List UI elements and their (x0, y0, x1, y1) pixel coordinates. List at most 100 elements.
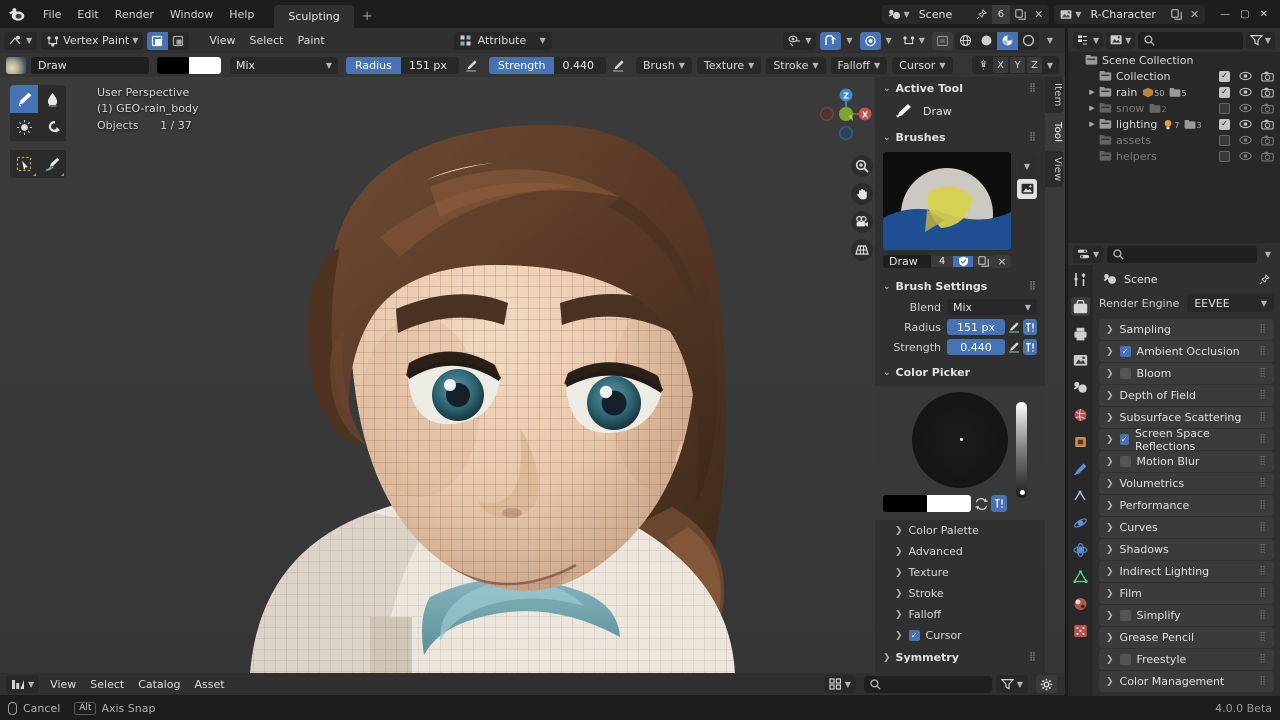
subpanel-color-palette[interactable]: ❯ Color Palette (875, 520, 1045, 541)
grip-icon[interactable]: ⣿ (1259, 635, 1267, 640)
color-swatches[interactable] (157, 57, 221, 74)
property-panel-header[interactable]: ❯Ambient Occlusion⣿ (1099, 341, 1274, 362)
grip-icon[interactable]: ⣿ (1259, 547, 1267, 552)
properties-search-input[interactable] (1107, 246, 1257, 263)
3d-viewport[interactable]: User Perspective (1) GEO-rain_body Objec… (0, 77, 1065, 673)
properties-tab-particles[interactable] (1071, 486, 1090, 505)
tab-item[interactable]: Item (1045, 77, 1063, 113)
proportional-caret-icon[interactable]: ▼ (883, 32, 895, 50)
disable-render-camera-icon[interactable] (1261, 119, 1274, 130)
minimize-icon[interactable]: — (1220, 9, 1230, 20)
outliner-filter-button[interactable]: ▼ (1246, 32, 1275, 49)
viewport-menu-view[interactable]: View (202, 32, 242, 49)
cursor-popover[interactable]: Cursor▼ (892, 57, 952, 74)
paint-mask-toggles[interactable] (147, 32, 189, 50)
secondary-color-swatch[interactable] (189, 57, 221, 74)
radius-pressure-icon[interactable] (1007, 319, 1021, 335)
swap-colors-icon[interactable] (971, 498, 991, 510)
exclude-checkbox[interactable] (1219, 135, 1230, 146)
exclude-checkbox[interactable] (1219, 103, 1230, 114)
menu-render[interactable]: Render (107, 5, 162, 24)
scene-selector[interactable]: ▼ Scene 6 ✕ (882, 5, 1050, 24)
tab-tool[interactable]: Tool (1045, 116, 1063, 148)
grip-icon[interactable]: ⣿ (1259, 481, 1267, 486)
symmetry-z-button[interactable]: Z (1027, 57, 1042, 73)
hide-eye-icon[interactable] (1239, 103, 1252, 113)
brush-preview-thumbnail[interactable] (883, 152, 1011, 250)
solid-shading-icon[interactable] (976, 32, 997, 50)
transform-orientation-button[interactable]: ▼ (899, 32, 928, 50)
snap-caret-icon[interactable]: ▼ (843, 32, 855, 50)
primary-color-swatch[interactable] (157, 57, 189, 74)
asset-menu-catalog[interactable]: Catalog (131, 676, 187, 693)
grip-icon[interactable]: ⣿ (1259, 613, 1267, 618)
visibility-button[interactable]: ▼ (783, 32, 816, 50)
view-layer-name[interactable]: R-Character (1086, 8, 1165, 21)
grip-icon[interactable]: ⣿ (1259, 349, 1267, 354)
hide-eye-icon[interactable] (1239, 151, 1252, 161)
symmetry-x-button[interactable]: X (993, 57, 1008, 73)
attribute-selector[interactable]: Attribute ▼ (454, 32, 552, 50)
brush-popover[interactable]: Brush▼ (636, 57, 692, 74)
color-wheel[interactable] (912, 392, 1008, 488)
exclude-checkbox[interactable] (1219, 87, 1230, 98)
properties-tab-output[interactable] (1071, 324, 1090, 343)
symmetry-section-header[interactable]: ❯ Symmetry ⣿ (875, 646, 1045, 668)
panel-enable-checkbox[interactable] (1120, 434, 1129, 445)
strength-slider-field[interactable]: 0.440 (947, 339, 1005, 355)
snap-toggle-icon[interactable] (820, 32, 841, 50)
scene-name[interactable]: Scene (915, 8, 971, 21)
strength-pressure-icon[interactable] (1007, 339, 1021, 355)
properties-tab-constraints[interactable] (1071, 540, 1090, 559)
radius-unified-icon[interactable] (1023, 319, 1037, 335)
menu-help[interactable]: Help (221, 5, 262, 24)
average-tool-button[interactable] (10, 113, 38, 141)
duplicate-brush-icon[interactable] (973, 256, 993, 267)
vertex-mask-icon[interactable] (147, 32, 168, 50)
property-panel-header[interactable]: ❯Bloom⣿ (1099, 363, 1274, 384)
brush-name-field[interactable]: Draw (31, 57, 149, 74)
outliner-display-mode-button[interactable]: ▼ (1106, 32, 1135, 49)
hide-eye-icon[interactable] (1239, 119, 1252, 129)
unlink-brush-icon[interactable]: × (993, 255, 1011, 268)
property-panel-header[interactable]: ❯Simplify⣿ (1099, 605, 1274, 626)
properties-tab-tool[interactable] (1071, 270, 1090, 289)
properties-tab-material[interactable] (1071, 594, 1090, 613)
brushes-section-header[interactable]: ⌄ Brushes ⣿ (875, 126, 1045, 148)
outliner-row[interactable]: ▶rain505 (1068, 84, 1280, 100)
property-panel-header[interactable]: ❯Freestyle⣿ (1099, 649, 1274, 670)
active-tool-display[interactable]: Draw (875, 99, 1045, 126)
annotate-tool-button[interactable] (38, 150, 66, 178)
exclude-checkbox[interactable] (1219, 71, 1230, 82)
viewport-menu-select[interactable]: Select (243, 32, 291, 49)
property-panel-header[interactable]: ❯Grease Pencil⣿ (1099, 627, 1274, 648)
workspace-tab-sculpting[interactable]: Sculpting (274, 5, 353, 29)
symmetry-y-button[interactable]: Y (1010, 57, 1025, 73)
property-panel-header[interactable]: ❯Color Management⣿ (1099, 671, 1274, 692)
texture-popover[interactable]: Texture▼ (697, 57, 761, 74)
property-panel-header[interactable]: ❯Shadows⣿ (1099, 539, 1274, 560)
strength-slider[interactable]: Strength 0.440 (489, 57, 606, 74)
brush-datablock-name[interactable]: Draw (883, 255, 931, 268)
perspective-grid-icon[interactable] (851, 239, 873, 261)
disable-render-camera-icon[interactable] (1261, 103, 1274, 114)
brush-user-count[interactable]: 4 (931, 256, 953, 267)
subpanel-advanced[interactable]: ❯ Advanced (875, 541, 1045, 562)
outliner-row[interactable]: ▶snow2 (1068, 100, 1280, 116)
grip-icon[interactable]: ⣿ (1259, 503, 1267, 508)
disable-render-camera-icon[interactable] (1261, 151, 1274, 162)
property-panel-header[interactable]: ❯Depth of Field⣿ (1099, 385, 1274, 406)
display-mode-button[interactable]: ▼ (824, 675, 856, 693)
subpanel-falloff[interactable]: ❯ Falloff (875, 604, 1045, 625)
properties-tab-physics[interactable] (1071, 513, 1090, 532)
grip-icon[interactable]: ⣿ (1259, 459, 1267, 464)
property-panel-header[interactable]: ❯Volumetrics⣿ (1099, 473, 1274, 494)
new-scene-icon[interactable] (1010, 5, 1031, 24)
grip-icon[interactable]: ⣿ (1259, 657, 1267, 662)
strength-unified-icon[interactable] (1023, 339, 1037, 355)
grip-icon[interactable]: ⣿ (1259, 393, 1267, 398)
menu-window[interactable]: Window (162, 5, 221, 24)
asset-menu-view[interactable]: View (43, 676, 83, 693)
exclude-checkbox[interactable] (1219, 151, 1230, 162)
blend-mode-dropdown[interactable]: Mix ▼ (230, 57, 338, 74)
